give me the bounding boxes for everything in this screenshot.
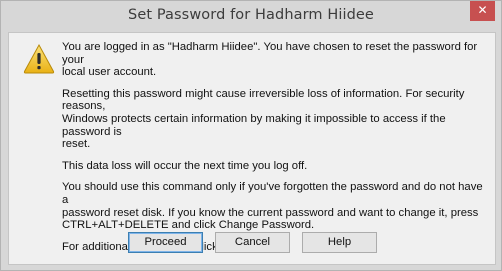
dialog-window: Set Password for Hadharm Hiidee ✕ You ar…: [0, 0, 502, 271]
close-button[interactable]: ✕: [470, 1, 495, 21]
cancel-button[interactable]: Cancel: [215, 232, 290, 253]
message-body: You are logged in as "Hadharm Hiidee". Y…: [62, 41, 490, 262]
message-paragraph: This data loss will occur the next time …: [62, 159, 308, 172]
window-title: Set Password for Hadharm Hiidee: [128, 7, 374, 23]
title-bar[interactable]: Set Password for Hadharm Hiidee ✕: [1, 1, 501, 32]
message-paragraph: Resetting this password might cause irre…: [62, 87, 465, 151]
warning-triangle-icon: [23, 43, 55, 74]
close-icon: ✕: [477, 3, 488, 17]
message-paragraph: You should use this command only if you'…: [62, 181, 483, 232]
help-button[interactable]: Help: [302, 232, 377, 253]
proceed-button[interactable]: Proceed: [128, 232, 203, 253]
message-paragraph: You are logged in as "Hadharm Hiidee". Y…: [62, 41, 478, 79]
dialog-content: You are logged in as "Hadharm Hiidee". Y…: [8, 32, 496, 265]
